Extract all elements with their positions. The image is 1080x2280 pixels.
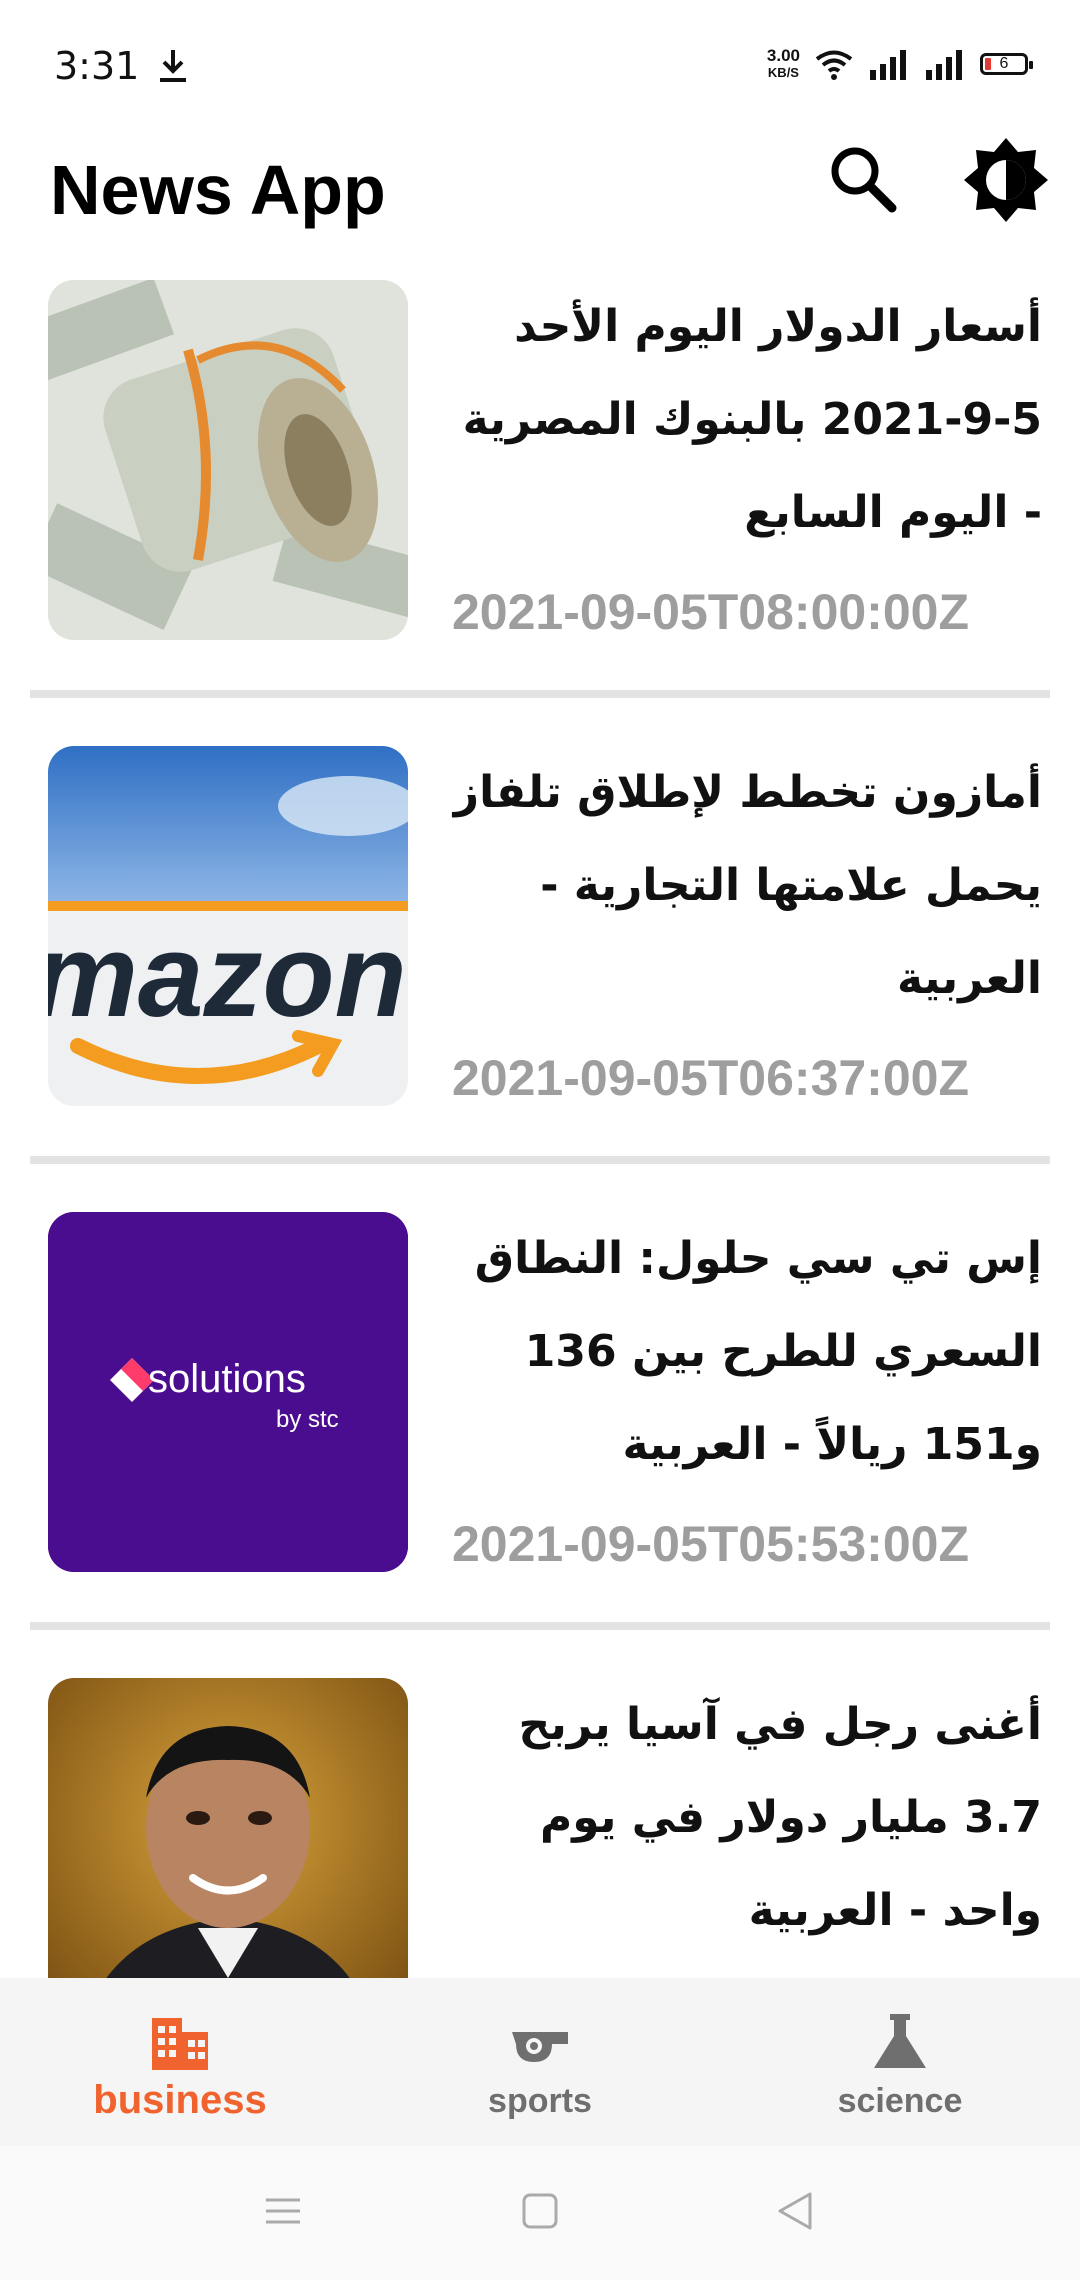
stc-by-text: by stc xyxy=(276,1406,339,1433)
app-bar: News App xyxy=(0,130,1080,260)
amazon-logo-photo: mazon xyxy=(48,746,408,1106)
net-speed: 3.00 KB/S xyxy=(766,46,800,80)
signal-icon xyxy=(926,50,962,80)
back-icon[interactable] xyxy=(770,2186,820,2236)
news-title: أسعار الدولار اليوم الأحد 5-9-2021 بالبن… xyxy=(462,301,1042,538)
nav-label-business: business xyxy=(93,2078,267,2122)
whistle-icon xyxy=(512,2032,568,2062)
news-title: أمازون تخطط لإطلاق تلفاز يحمل علامتها ال… xyxy=(453,767,1042,1004)
system-navigation-bar xyxy=(0,2146,1080,2280)
theme-toggle-icon[interactable] xyxy=(962,136,1050,224)
solutions-by-stc-logo: solutions by stc xyxy=(48,1212,408,1572)
divider xyxy=(30,1156,1050,1164)
divider xyxy=(30,1622,1050,1630)
app-title: News App xyxy=(50,151,386,229)
download-icon xyxy=(160,50,186,82)
nav-label-science: science xyxy=(837,2082,963,2120)
home-icon[interactable] xyxy=(515,2186,565,2236)
news-thumbnail xyxy=(48,280,408,640)
business-building-icon xyxy=(152,2018,208,2070)
search-icon[interactable] xyxy=(826,142,898,214)
menu-icon[interactable] xyxy=(258,2186,308,2236)
status-time: 3:31 xyxy=(54,44,140,88)
battery-level: 6 xyxy=(999,55,1009,72)
svg-text:mazon: mazon xyxy=(48,910,407,1042)
news-date: 2021-09-05T08:00:00Z xyxy=(452,584,969,640)
nav-item-sports[interactable]: sports xyxy=(360,1978,720,2146)
news-thumbnail: solutions by stc xyxy=(48,1212,408,1572)
bottom-navigation: business sports science xyxy=(0,1978,1080,2146)
news-date: 2021-09-05T05:53:00Z xyxy=(452,1516,969,1572)
news-thumbnail: mazon xyxy=(48,746,408,1106)
battery-icon: 6 xyxy=(980,53,1033,75)
news-item[interactable]: solutions by stc إس تي سي حلول: النطاق ا… xyxy=(0,1212,1080,1677)
status-bar: 3:31 3.00 KB/S 6 xyxy=(0,0,1080,130)
divider xyxy=(30,690,1050,698)
news-item[interactable]: أغنى رجل في آسيا يربح 3.7 مليار دولار في… xyxy=(0,1678,1080,1980)
news-date: 2021-09-05T06:37:00Z xyxy=(452,1050,969,1106)
news-item[interactable]: أسعار الدولار اليوم الأحد 5-9-2021 بالبن… xyxy=(0,280,1080,745)
nav-label-sports: sports xyxy=(488,2082,592,2120)
nav-item-business[interactable]: business xyxy=(0,1978,360,2146)
wifi-icon xyxy=(815,50,853,80)
nav-item-science[interactable]: science xyxy=(720,1978,1080,2146)
news-item[interactable]: mazon أمازون تخطط لإطلاق تلفاز يحمل علام… xyxy=(0,746,1080,1211)
news-thumbnail xyxy=(48,1678,408,1980)
flask-icon xyxy=(874,2014,926,2068)
news-list: أسعار الدولار اليوم الأحد 5-9-2021 بالبن… xyxy=(0,280,1080,1980)
dollar-bills-photo xyxy=(48,280,408,640)
status-icons: 3.00 KB/S 6 xyxy=(766,44,1033,84)
portrait-photo xyxy=(48,1678,408,1980)
stc-brand-text: solutions xyxy=(148,1357,306,1401)
news-title: أغنى رجل في آسيا يربح 3.7 مليار دولار في… xyxy=(518,1699,1043,1936)
signal-icon xyxy=(870,50,906,80)
news-title: إس تي سي حلول: النطاق السعري للطرح بين 1… xyxy=(474,1233,1042,1470)
